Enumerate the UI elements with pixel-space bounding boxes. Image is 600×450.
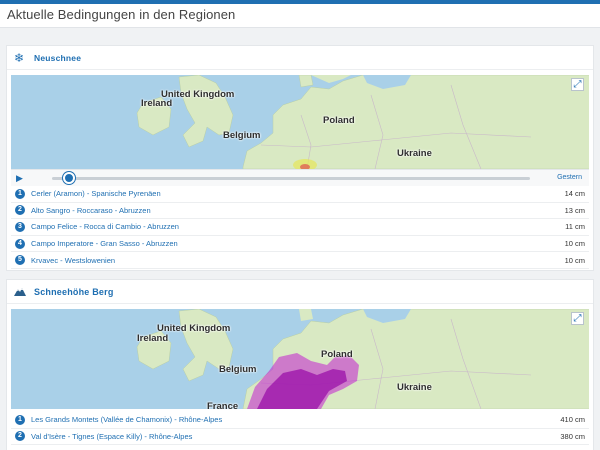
resort-link[interactable]: Campo Imperatore - Gran Sasso - Abruzzen: [31, 239, 545, 248]
list-item: 4 Campo Imperatore - Gran Sasso - Abruzz…: [11, 236, 589, 253]
timeline-player: ▶ Gestern: [11, 169, 589, 186]
resort-link[interactable]: Campo Felice - Rocca di Cambio - Abruzze…: [31, 222, 545, 231]
resort-link[interactable]: Alto Sangro - Roccaraso - Abruzzen: [31, 206, 545, 215]
list-item: 1 Cerler (Aramon) - Spanische Pyrenäen 1…: [11, 186, 589, 203]
snow-value: 10 cm: [564, 239, 585, 249]
new-snow-card: ❄ Neuschnee United Kingdom Ireland Belgi…: [6, 45, 594, 271]
snow-value: 410 cm: [560, 415, 585, 425]
rank-badge: 1: [15, 414, 25, 425]
page-title: Aktuelle Bedingungen in den Regionen: [7, 7, 236, 22]
timeline-handle[interactable]: [63, 172, 75, 184]
map-label-ireland: Ireland: [137, 333, 169, 344]
rank-badge: 2: [15, 431, 25, 442]
list-item: 1 Les Grands Montets (Vallée de Chamonix…: [11, 412, 589, 429]
map-label-belgium: Belgium: [223, 130, 261, 141]
snow-value: 11 cm: [565, 222, 585, 232]
snow-value: 13 cm: [564, 205, 585, 215]
timeline-day-label: Gestern: [557, 174, 582, 181]
new-snow-map[interactable]: United Kingdom Ireland Belgium Poland Uk…: [11, 75, 589, 169]
map-label-belgium: Belgium: [219, 364, 257, 375]
map-base: [11, 309, 589, 409]
map-label-ukraine: Ukraine: [397, 382, 432, 393]
snow-value: 14 cm: [564, 189, 585, 199]
rank-badge: 1: [15, 188, 25, 199]
rank-badge: 4: [15, 238, 25, 249]
resort-link[interactable]: Cerler (Aramon) - Spanische Pyrenäen: [31, 189, 545, 198]
play-icon[interactable]: ▶: [16, 173, 25, 183]
snowflake-icon: ❄: [14, 50, 25, 65]
map-label-france: France: [207, 401, 239, 409]
snow-depth-card: Schneehöhe Berg United Kingdom Ireland B…: [6, 279, 594, 450]
page-header: Aktuelle Bedingungen in den Regionen: [0, 4, 600, 28]
new-snow-title: Neuschnee: [34, 52, 82, 63]
map-label-ukraine: Ukraine: [397, 148, 432, 159]
snow-depth-list: 1 Les Grands Montets (Vallée de Chamonix…: [11, 412, 589, 446]
snow-value: 380 cm: [560, 431, 585, 441]
rank-badge: 2: [15, 205, 25, 216]
expand-map-icon[interactable]: ⤢: [571, 78, 584, 91]
mountain-icon: [14, 285, 34, 299]
map-label-poland: Poland: [321, 349, 353, 360]
map-base: [11, 75, 589, 169]
timeline-slider[interactable]: [52, 177, 530, 180]
map-label-ireland: Ireland: [141, 98, 173, 109]
list-item: 3 Campo Felice - Rocca di Cambio - Abruz…: [11, 219, 589, 236]
resort-link[interactable]: Les Grands Montets (Vallée de Chamonix) …: [31, 415, 545, 424]
new-snow-header: ❄ Neuschnee: [7, 46, 593, 70]
rank-badge: 5: [15, 255, 25, 266]
resort-link[interactable]: Krvavec - Westslowenien: [31, 256, 545, 265]
new-snow-list: 1 Cerler (Aramon) - Spanische Pyrenäen 1…: [11, 186, 589, 269]
rank-badge: 3: [15, 221, 25, 232]
map-label-poland: Poland: [323, 115, 355, 126]
expand-map-icon[interactable]: ⤢: [571, 312, 584, 325]
list-item: 2 Val d'Isère - Tignes (Espace Killy) - …: [11, 429, 589, 446]
list-item: 2 Alto Sangro - Roccaraso - Abruzzen 13 …: [11, 203, 589, 220]
resort-link[interactable]: Val d'Isère - Tignes (Espace Killy) - Rh…: [31, 432, 545, 441]
list-item: 5 Krvavec - Westslowenien 10 cm: [11, 252, 589, 269]
snow-depth-title: Schneehöhe Berg: [34, 286, 114, 297]
snow-value: 10 cm: [564, 255, 585, 265]
snow-depth-map[interactable]: United Kingdom Ireland Belgium Poland Uk…: [11, 309, 589, 409]
snow-depth-header: Schneehöhe Berg: [7, 280, 593, 304]
